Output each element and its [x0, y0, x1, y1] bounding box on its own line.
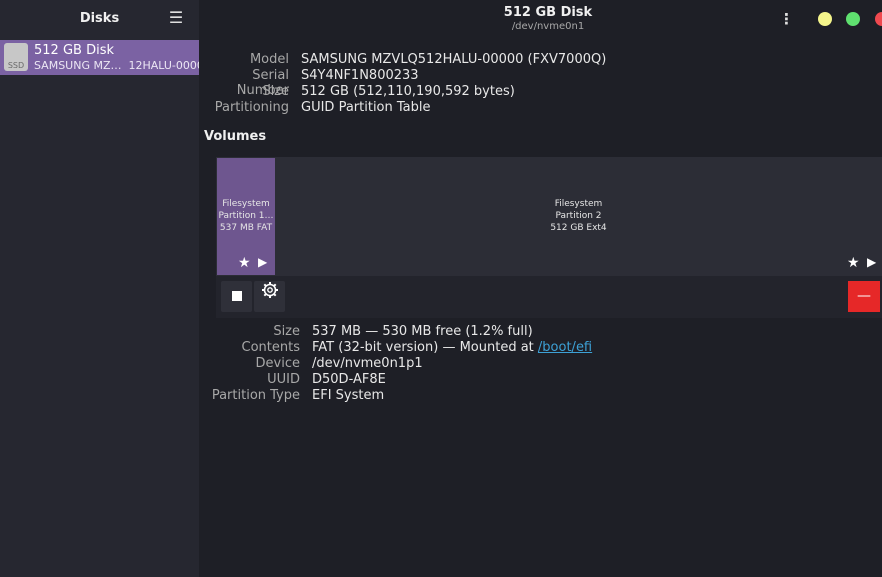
contents-label: Contents: [241, 340, 300, 355]
volume-bar: Filesystem Partition 1… 537 MB FAT ★ ▶ F…: [216, 157, 882, 276]
partition-1-line2: Partition 1…: [218, 211, 274, 221]
uuid-label: UUID: [267, 372, 300, 387]
sidebar-item-disk[interactable]: SSD 512 GB Disk SAMSUNG MZ… 12HALU-00000: [0, 40, 211, 75]
partition-1-text: Filesystem Partition 1… 537 MB FAT: [217, 198, 275, 234]
size-label: Size: [262, 84, 289, 99]
volumes-heading: Volumes: [204, 129, 267, 144]
serial-value: S4Y4NF1N800233: [301, 68, 419, 83]
volume-toolbar: —: [216, 276, 882, 318]
sidebar-header: Disks ☰: [0, 0, 199, 38]
partition-type-value: EFI System: [312, 388, 385, 403]
gear-icon: [261, 280, 279, 311]
ssd-icon-label: SSD: [7, 61, 25, 70]
model-label: Model: [249, 52, 289, 67]
minimize-button[interactable]: [818, 12, 832, 26]
partition-2-line2: Partition 2: [555, 211, 602, 221]
star-icon: ★: [847, 255, 860, 271]
uuid-value: D50D-AF8E: [312, 372, 386, 387]
contents-value: FAT (32-bit version) — Mounted at /boot/…: [312, 340, 592, 355]
unmount-button[interactable]: [221, 281, 252, 312]
ssd-icon: SSD: [4, 43, 28, 71]
partition-settings-button[interactable]: [254, 281, 285, 312]
sidebar: Disks ☰ SSD 512 GB Disk SAMSUNG MZ… 12HA…: [0, 0, 211, 577]
stop-icon: [231, 290, 242, 301]
mount-point-link[interactable]: /boot/efi: [538, 340, 592, 355]
star-icon: ★: [238, 255, 251, 271]
partition-1-line3: 537 MB FAT: [219, 223, 273, 233]
partition-size-label: Size: [273, 324, 300, 339]
device-label: Device: [255, 356, 300, 371]
device-value: /dev/nvme0n1p1: [312, 356, 423, 371]
maximize-button[interactable]: [846, 12, 860, 26]
disk-name: 512 GB Disk: [34, 43, 114, 58]
play-icon: ▶: [867, 255, 877, 269]
partitioning-label: Partitioning: [214, 100, 289, 115]
partition-2-line1: Filesystem: [554, 199, 603, 209]
partition-size-value: 537 MB — 530 MB free (1.2% full): [312, 324, 533, 339]
play-icon: ▶: [258, 255, 268, 269]
partition-type-label: Partition Type: [211, 388, 300, 403]
partition-2-text: Filesystem Partition 2 512 GB Ext4: [275, 198, 882, 234]
contents-text: FAT (32-bit version) — Mounted at: [312, 340, 538, 355]
disk-subtitle: SAMSUNG MZ… 12HALU-00000: [34, 59, 211, 72]
header-bar: 512 GB Disk /dev/nvme0n1 ⋮: [199, 0, 882, 38]
partition-1-line1: Filesystem: [222, 199, 270, 209]
partition-2[interactable]: Filesystem Partition 2 512 GB Ext4 ★ ▶: [275, 158, 882, 275]
delete-partition-button[interactable]: —: [848, 281, 880, 312]
partition-2-line3: 512 GB Ext4: [550, 223, 607, 233]
hamburger-menu-icon[interactable]: ☰: [168, 9, 184, 27]
partitioning-value: GUID Partition Table: [301, 100, 431, 115]
partition-1[interactable]: Filesystem Partition 1… 537 MB FAT ★ ▶: [217, 158, 275, 275]
close-button[interactable]: [875, 12, 882, 26]
minus-icon: —: [857, 288, 871, 304]
size-value: 512 GB (512,110,190,592 bytes): [301, 84, 515, 99]
model-value: SAMSUNG MZVLQ512HALU-00000 (FXV7000Q): [301, 52, 607, 67]
kebab-menu-icon[interactable]: ⋮: [779, 11, 794, 27]
main-panel: Model SAMSUNG MZVLQ512HALU-00000 (FXV700…: [199, 38, 882, 577]
